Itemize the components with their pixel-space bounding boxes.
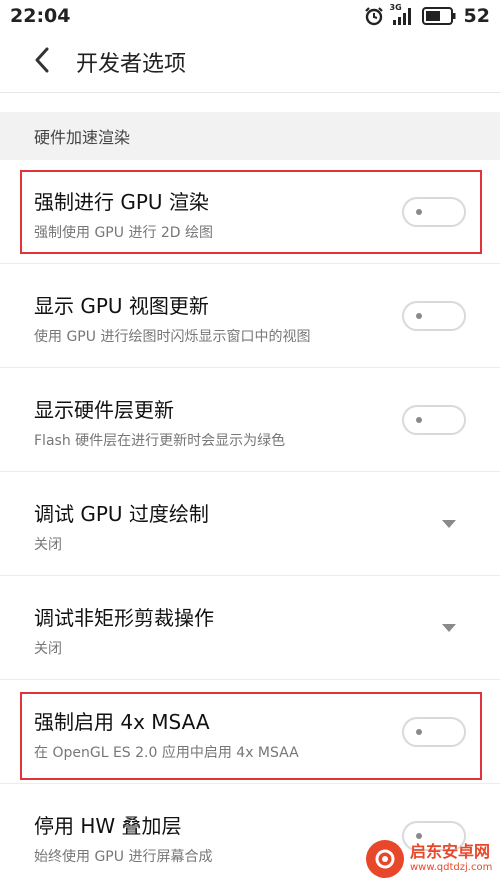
setting-subtitle: 始终使用 GPU 进行屏幕合成 bbox=[34, 849, 213, 865]
status-icons: 3G 52 bbox=[364, 3, 490, 27]
setting-subtitle: 使用 GPU 进行绘图时闪烁显示窗口中的视图 bbox=[34, 329, 311, 345]
watermark-logo-icon bbox=[366, 840, 404, 878]
battery-level: 52 bbox=[463, 5, 490, 27]
page-title: 开发者选项 bbox=[76, 52, 187, 77]
setting-value: 关闭 bbox=[34, 537, 62, 553]
app-header: 开发者选项 bbox=[0, 32, 500, 93]
toggle-switch[interactable] bbox=[402, 301, 466, 331]
setting-show-gpu-view-updates[interactable]: 显示 GPU 视图更新 使用 GPU 进行绘图时闪烁显示窗口中的视图 bbox=[0, 264, 500, 368]
toggle-switch[interactable] bbox=[402, 405, 466, 435]
setting-title: 显示硬件层更新 bbox=[34, 398, 174, 422]
highlight-box-force-gpu bbox=[20, 170, 482, 254]
signal-icon: 3G bbox=[390, 3, 414, 25]
highlight-box-force-msaa bbox=[20, 692, 482, 780]
setting-debug-gpu-overdraw[interactable]: 调试 GPU 过度绘制 关闭 bbox=[0, 472, 500, 576]
setting-debug-non-rect-clip[interactable]: 调试非矩形剪裁操作 关闭 bbox=[0, 576, 500, 680]
setting-value: 关闭 bbox=[34, 641, 62, 657]
watermark-name: 启东安卓网 bbox=[410, 842, 491, 861]
setting-subtitle: Flash 硬件层在进行更新时会显示为绿色 bbox=[34, 433, 286, 449]
watermark-text: 启东安卓网 www.qdtdzj.com bbox=[410, 843, 492, 875]
battery-icon bbox=[421, 7, 456, 25]
toggle-knob bbox=[416, 417, 422, 423]
chevron-left-icon bbox=[33, 47, 51, 77]
setting-title: 调试 GPU 过度绘制 bbox=[34, 502, 209, 526]
setting-title: 停用 HW 叠加层 bbox=[34, 814, 182, 838]
watermark-url: www.qdtdzj.com bbox=[410, 862, 493, 873]
setting-show-hardware-layer-updates[interactable]: 显示硬件层更新 Flash 硬件层在进行更新时会显示为绿色 bbox=[0, 368, 500, 472]
dropdown-caret-icon[interactable] bbox=[442, 624, 456, 632]
network-type-label: 3G bbox=[389, 3, 402, 12]
toggle-knob bbox=[416, 313, 422, 319]
section-header: 硬件加速渲染 bbox=[0, 112, 500, 160]
setting-title: 调试非矩形剪裁操作 bbox=[34, 606, 214, 630]
alarm-icon bbox=[364, 6, 384, 26]
dropdown-caret-icon[interactable] bbox=[442, 520, 456, 528]
section-label: 硬件加速渲染 bbox=[34, 128, 131, 147]
status-time: 22:04 bbox=[10, 5, 71, 27]
watermark: 启东安卓网 www.qdtdzj.com bbox=[366, 833, 494, 885]
back-button[interactable] bbox=[22, 42, 62, 82]
setting-title: 显示 GPU 视图更新 bbox=[34, 294, 209, 318]
status-bar: 22:04 3G 52 bbox=[0, 0, 500, 32]
